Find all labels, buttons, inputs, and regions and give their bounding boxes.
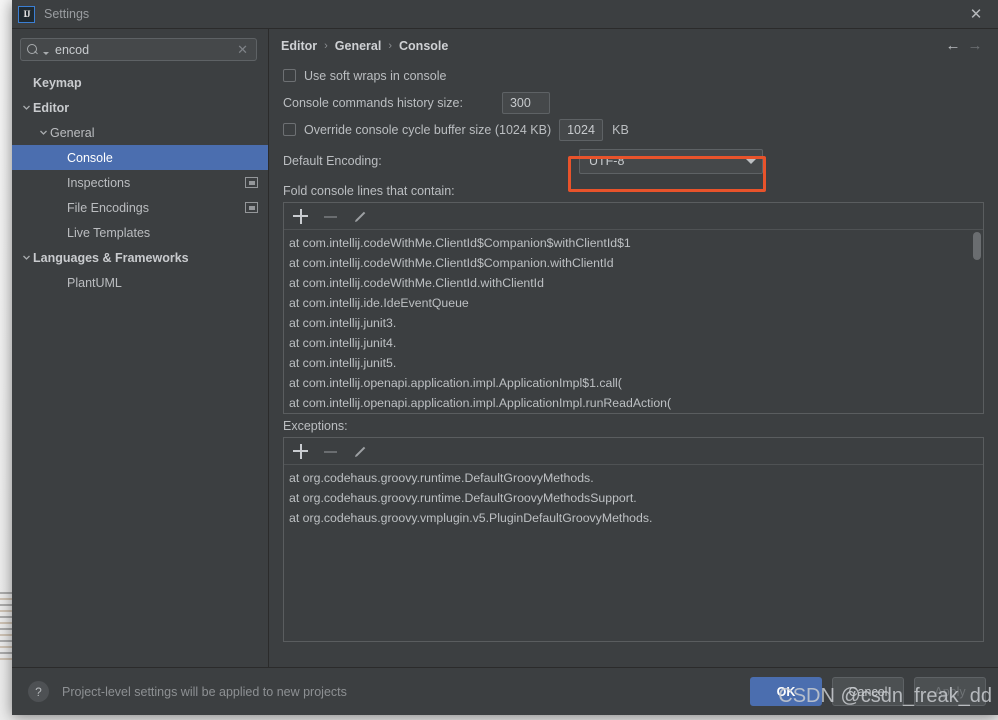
soft-wraps-row: Use soft wraps in console (283, 62, 984, 89)
close-icon[interactable]: ✕ (954, 0, 998, 28)
fold-lines-list[interactable]: at com.intellij.codeWithMe.ClientId$Comp… (284, 230, 983, 413)
remove-icon[interactable] (323, 209, 338, 224)
sidebar-item-keymap[interactable]: Keymap (12, 70, 268, 95)
sidebar-item-console[interactable]: Console (12, 145, 268, 170)
fold-lines-toolbar (284, 203, 983, 230)
default-encoding-value: UTF-8 (589, 154, 625, 168)
list-item[interactable]: at com.intellij.openapi.application.impl… (284, 373, 983, 393)
list-item[interactable]: at com.intellij.junit4. (284, 333, 983, 353)
console-settings-form: Use soft wraps in console Console comman… (269, 62, 998, 667)
chevron-down-icon[interactable] (20, 103, 33, 112)
apply-button[interactable]: Apply (914, 677, 986, 706)
sidebar-item-plantuml[interactable]: PlantUML (12, 270, 268, 295)
scrollbar-thumb[interactable] (973, 232, 981, 260)
list-item[interactable]: at org.codehaus.groovy.runtime.DefaultGr… (284, 488, 983, 508)
breadcrumb-item-editor[interactable]: Editor (281, 39, 317, 53)
intellij-idea-logo-icon: IJ (18, 5, 35, 23)
sidebar: encod ✕ Keymap Editor General Console Inspec… (12, 29, 269, 667)
default-encoding-row: Default Encoding: UTF-8 (283, 143, 984, 179)
list-item[interactable]: at com.intellij.junit5. (284, 353, 983, 373)
footer-note: Project-level settings will be applied t… (62, 684, 347, 699)
breadcrumb-separator: › (324, 39, 328, 52)
help-icon[interactable]: ? (28, 681, 49, 702)
default-encoding-label: Default Encoding: (283, 154, 382, 168)
clear-search-icon[interactable]: ✕ (235, 42, 250, 58)
list-item[interactable]: at com.intellij.codeWithMe.ClientId$Comp… (284, 233, 983, 253)
cycle-buffer-row: Override console cycle buffer size (1024… (283, 116, 984, 143)
exceptions-list[interactable]: at org.codehaus.groovy.runtime.DefaultGr… (284, 465, 983, 641)
sidebar-item-label: File Encodings (67, 200, 149, 215)
title-bar: IJ Settings ✕ (12, 0, 998, 29)
sidebar-item-editor[interactable]: Editor (12, 95, 268, 120)
edit-icon[interactable] (353, 444, 368, 459)
forward-arrow-icon[interactable]: → (964, 35, 986, 57)
remove-icon[interactable] (323, 444, 338, 459)
search-input[interactable]: encod ✕ (20, 38, 257, 61)
settings-dialog: IJ Settings ✕ encod ✕ Keymap Editor Genera… (12, 0, 998, 715)
exceptions-listbox: at org.codehaus.groovy.runtime.DefaultGr… (283, 437, 984, 642)
fold-lines-label: Fold console lines that contain: (283, 184, 455, 198)
default-encoding-select[interactable]: UTF-8 (579, 148, 763, 174)
breadcrumb-item-general[interactable]: General (335, 39, 382, 53)
list-item[interactable]: at com.intellij.ide.IdeEventQueue (284, 293, 983, 313)
footer-bar: ? Project-level settings will be applied… (12, 667, 998, 715)
list-item[interactable]: at org.codehaus.groovy.runtime.DefaultGr… (284, 468, 983, 488)
search-container: encod ✕ (12, 29, 268, 68)
sidebar-item-live-templates[interactable]: Live Templates (12, 220, 268, 245)
list-item[interactable]: at com.intellij.codeWithMe.ClientId$Comp… (284, 253, 983, 273)
list-item[interactable]: at org.codehaus.groovy.vmplugin.v5.Plugi… (284, 508, 983, 528)
cancel-button[interactable]: Cancel (832, 677, 904, 706)
chevron-down-icon (43, 52, 49, 55)
fold-lines-listbox: at com.intellij.codeWithMe.ClientId$Comp… (283, 202, 984, 414)
soft-wraps-checkbox[interactable] (283, 69, 296, 82)
settings-tree: Keymap Editor General Console Inspections Fil… (12, 68, 268, 667)
search-icon (27, 43, 41, 57)
sidebar-item-languages-frameworks[interactable]: Languages & Frameworks (12, 245, 268, 270)
sidebar-item-label: Languages & Frameworks (33, 250, 189, 265)
search-value: encod (55, 42, 90, 57)
exceptions-label: Exceptions: (283, 419, 348, 433)
sidebar-item-inspections[interactable]: Inspections (12, 170, 268, 195)
breadcrumb-item-console: Console (399, 38, 449, 53)
sidebar-item-label: General (50, 125, 95, 140)
ok-button[interactable]: OK (750, 677, 822, 706)
sidebar-item-label: Keymap (33, 75, 82, 90)
add-icon[interactable] (293, 443, 308, 459)
sidebar-item-label: Editor (33, 100, 70, 115)
sidebar-item-label: Live Templates (67, 225, 151, 240)
sidebar-item-label: Console (67, 150, 113, 165)
list-item[interactable]: at com.intellij.codeWithMe.ClientId.with… (284, 273, 983, 293)
cycle-buffer-unit: KB (612, 122, 629, 137)
sidebar-item-file-encodings[interactable]: File Encodings (12, 195, 268, 220)
content-panel: Editor › General › Console ← → Use soft … (269, 29, 998, 667)
project-level-badge-icon (245, 177, 258, 188)
history-size-input[interactable]: 300 (501, 91, 550, 114)
breadcrumb: Editor › General › Console ← → (269, 29, 998, 62)
history-size-label: Console commands history size: (283, 95, 463, 110)
project-level-badge-icon (245, 202, 258, 213)
cycle-buffer-checkbox[interactable] (283, 123, 296, 136)
soft-wraps-label: Use soft wraps in console (304, 68, 447, 83)
chevron-down-icon[interactable] (37, 128, 50, 137)
window-title: Settings (44, 7, 90, 21)
cycle-buffer-label: Override console cycle buffer size (1024… (304, 122, 552, 137)
back-arrow-icon[interactable]: ← (942, 35, 964, 57)
history-size-row: Console commands history size: 300 (283, 89, 984, 116)
sidebar-item-label: PlantUML (67, 275, 122, 290)
edit-icon[interactable] (353, 209, 368, 224)
breadcrumb-separator: › (388, 39, 393, 52)
fold-lines-scrollbar[interactable] (973, 232, 981, 413)
add-icon[interactable] (293, 208, 308, 224)
exceptions-toolbar (284, 438, 983, 465)
chevron-down-icon[interactable] (20, 253, 33, 262)
sidebar-item-label: Inspections (67, 175, 131, 190)
list-item[interactable]: at com.intellij.openapi.application.impl… (284, 393, 983, 413)
list-item[interactable]: at com.intellij.junit3. (284, 313, 983, 333)
chevron-down-icon (746, 158, 756, 164)
sidebar-item-general[interactable]: General (12, 120, 268, 145)
cycle-buffer-input[interactable]: 1024 (559, 118, 604, 141)
